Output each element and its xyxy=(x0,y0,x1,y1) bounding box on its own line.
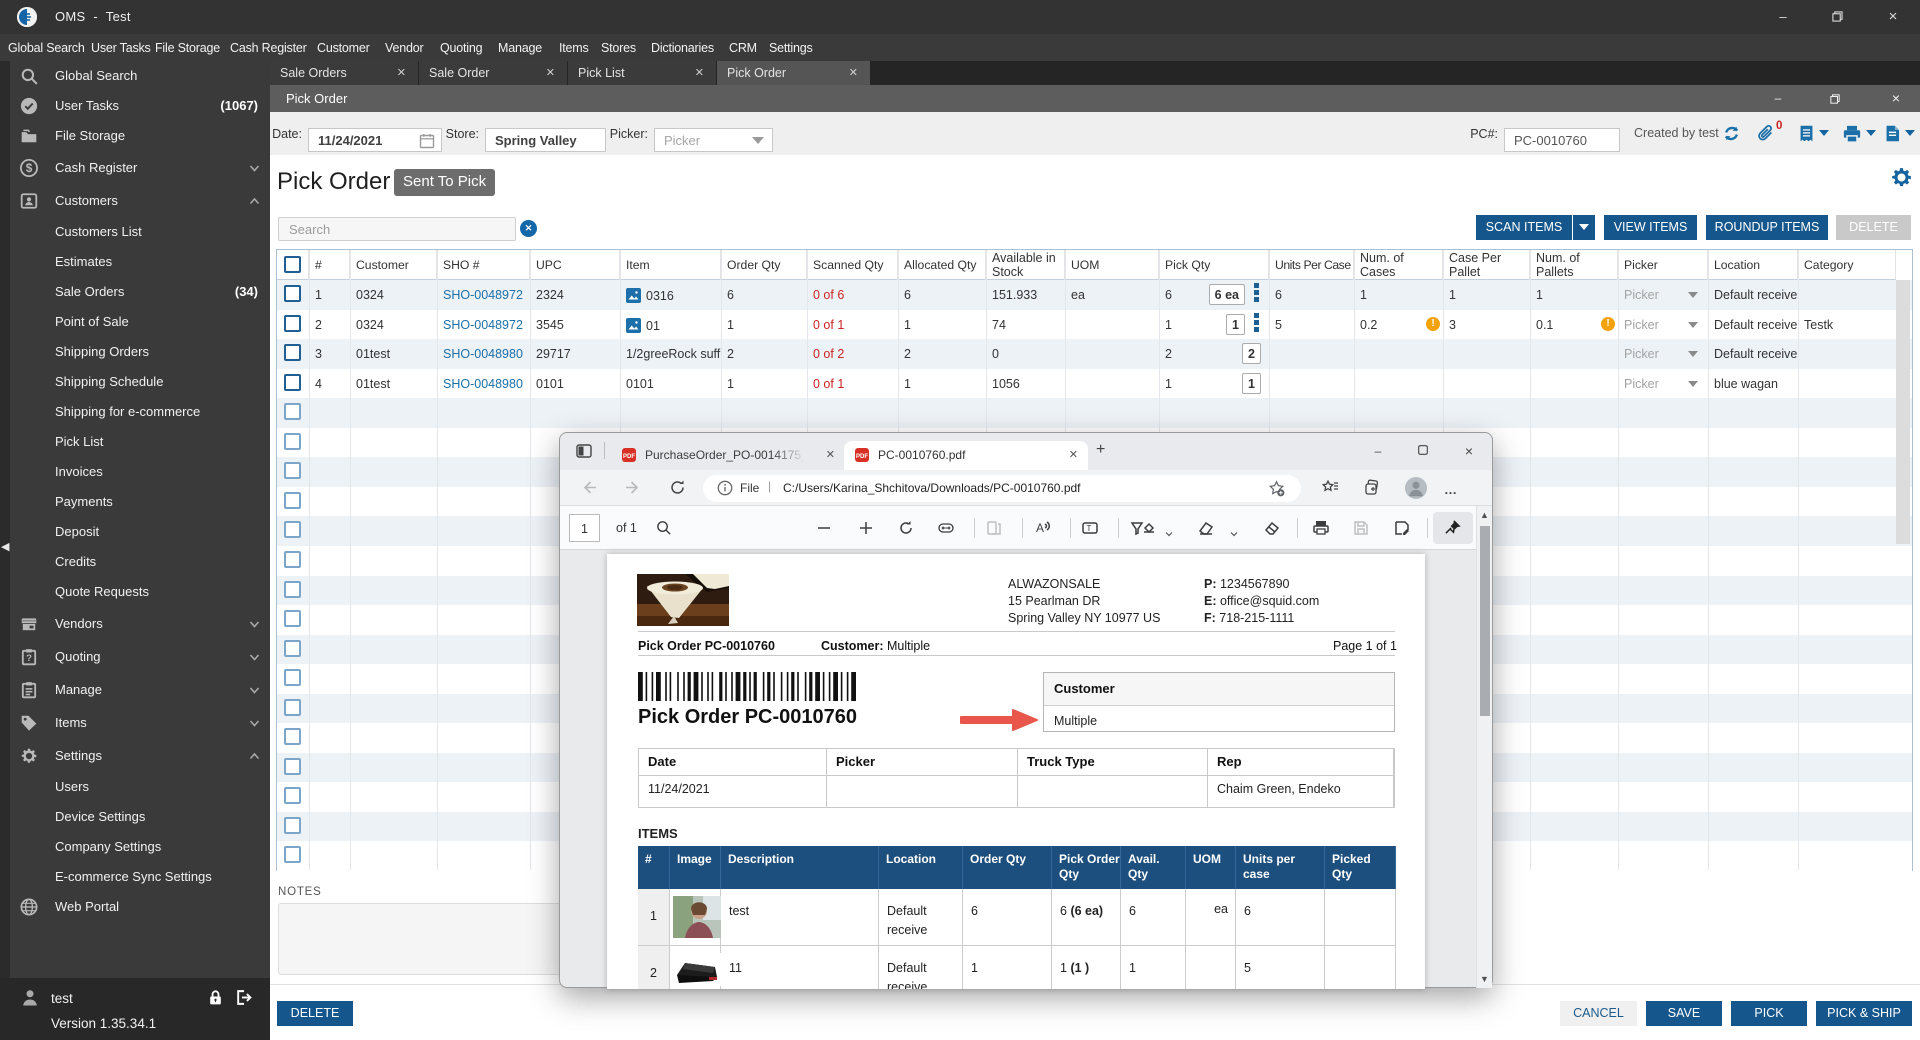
svg-text:T: T xyxy=(1087,524,1092,533)
svg-text:PDF: PDF xyxy=(623,454,635,460)
svg-text:?: ? xyxy=(26,653,32,664)
svg-text:$: $ xyxy=(26,161,33,175)
svg-text:PDF: PDF xyxy=(856,454,868,460)
svg-text:A: A xyxy=(1036,521,1044,535)
